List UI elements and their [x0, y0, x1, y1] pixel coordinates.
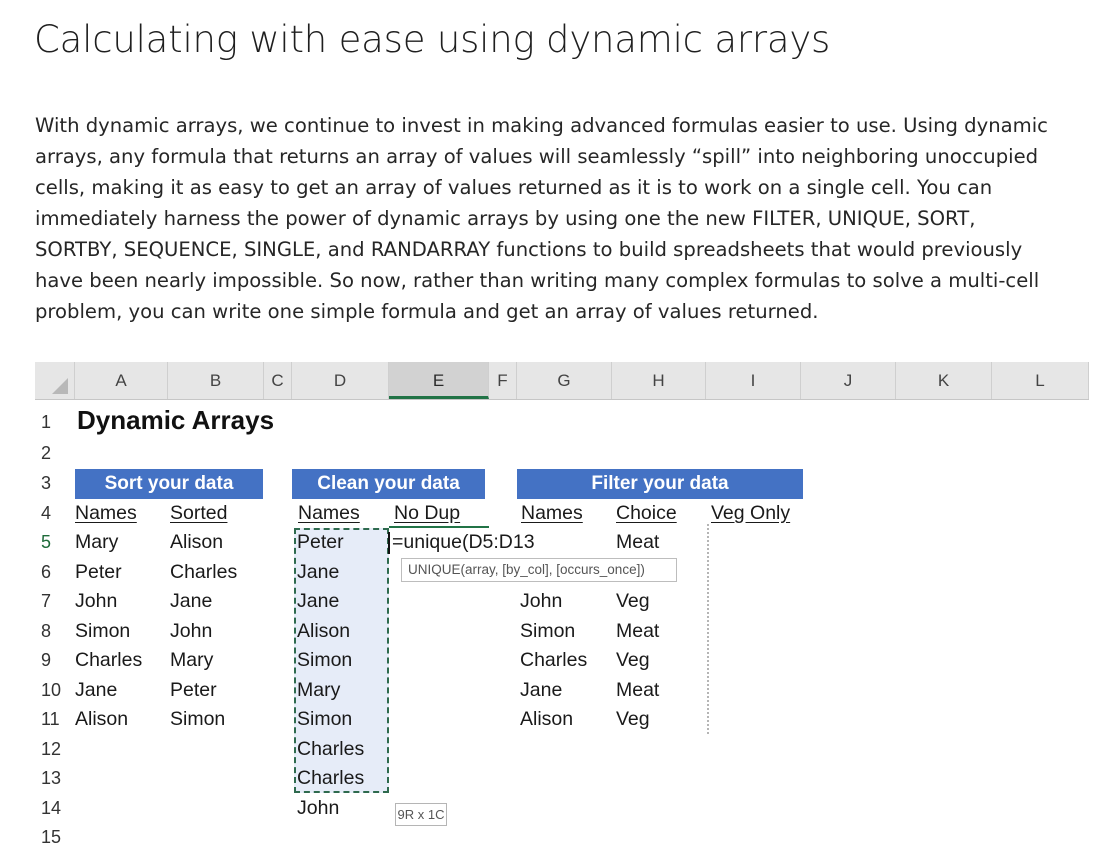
sort-name-cell[interactable]: Peter: [75, 558, 122, 588]
paragraph-line: With dynamic arrays, we continue to inve…: [35, 114, 1048, 137]
clean-name-cell[interactable]: Peter: [297, 528, 344, 558]
sort-name-cell[interactable]: Simon: [75, 617, 130, 647]
paragraph-line: immediately harness the power of dynamic…: [35, 207, 976, 230]
column-header-l[interactable]: L: [992, 362, 1089, 399]
filter-name-cell[interactable]: Simon: [520, 617, 575, 647]
spreadsheet-screenshot: A B C D E F G H I J K L 1 2 3 4 5 6 7 8 …: [35, 362, 1089, 855]
column-header-bar: A B C D E F G H I J K L: [35, 362, 1089, 400]
sort-section-band[interactable]: Sort your data: [75, 469, 263, 499]
row-header[interactable]: 10: [35, 676, 75, 706]
row-header[interactable]: 14: [35, 794, 75, 824]
select-all-corner[interactable]: [35, 362, 75, 399]
row-header[interactable]: 3: [35, 469, 75, 499]
filter-choice-cell[interactable]: Meat: [616, 617, 659, 647]
filter-choice-header[interactable]: Choice: [616, 499, 677, 529]
row-header-selected[interactable]: 5: [35, 528, 75, 558]
filter-choice-cell[interactable]: Meat: [616, 676, 659, 706]
sort-name-cell[interactable]: Mary: [75, 528, 118, 558]
active-cell-e5[interactable]: =unique(D5:D13: [388, 528, 568, 558]
row-header[interactable]: 4: [35, 499, 75, 529]
column-header-h[interactable]: H: [612, 362, 706, 399]
filter-name-cell[interactable]: Charles: [520, 646, 587, 676]
sorted-name-cell[interactable]: Jane: [170, 587, 212, 617]
column-header-j[interactable]: J: [801, 362, 896, 399]
sorted-name-cell[interactable]: John: [170, 617, 212, 647]
sorted-name-cell[interactable]: Mary: [170, 646, 213, 676]
sort-name-cell[interactable]: Alison: [75, 705, 128, 735]
paragraph-line: arrays, any formula that returns an arra…: [35, 145, 1039, 168]
filter-veg-only-header[interactable]: Veg Only: [711, 499, 790, 529]
row-header[interactable]: 7: [35, 587, 75, 617]
column-header-a[interactable]: A: [75, 362, 168, 399]
function-signature-tooltip[interactable]: UNIQUE(array, [by_col], [occurs_once]): [401, 558, 677, 582]
column-header-d[interactable]: D: [292, 362, 389, 399]
row-header[interactable]: 8: [35, 617, 75, 647]
formula-input[interactable]: =unique(D5:D13: [392, 528, 535, 558]
column-header-e[interactable]: E: [389, 362, 489, 399]
filter-choice-cell[interactable]: Veg: [616, 587, 650, 617]
clean-nodup-header[interactable]: No Dup: [394, 499, 460, 529]
sort-names-header[interactable]: Names: [75, 499, 137, 529]
article-title: Calculating with ease using dynamic arra…: [34, 18, 831, 61]
paragraph-line: have been nearly impossible. So now, rat…: [35, 269, 1040, 292]
clean-names-header[interactable]: Names: [298, 499, 360, 529]
row-header[interactable]: 12: [35, 735, 75, 765]
sheet-title[interactable]: Dynamic Arrays: [77, 402, 274, 438]
filter-section-band[interactable]: Filter your data: [517, 469, 803, 499]
sort-name-cell[interactable]: Charles: [75, 646, 142, 676]
select-all-triangle-icon: [52, 378, 68, 394]
clean-name-cell[interactable]: Simon: [297, 705, 352, 735]
paragraph-line: problem, you can write one simple formul…: [35, 300, 819, 323]
filter-choice-cell[interactable]: Meat: [616, 528, 659, 558]
sorted-name-cell[interactable]: Peter: [170, 676, 217, 706]
sort-name-cell[interactable]: John: [75, 587, 117, 617]
clean-section-band[interactable]: Clean your data: [292, 469, 485, 499]
sorted-name-cell[interactable]: Simon: [170, 705, 225, 735]
veg-only-spill-border: [707, 524, 709, 734]
row-header[interactable]: 1: [35, 408, 75, 438]
filter-name-cell[interactable]: Jane: [520, 676, 562, 706]
paragraph-line: SORTBY, SEQUENCE, SINGLE, and RANDARRAY …: [35, 238, 1023, 261]
sorted-name-cell[interactable]: Charles: [170, 558, 237, 588]
sort-sorted-header[interactable]: Sorted: [170, 499, 227, 529]
clean-name-cell[interactable]: Jane: [297, 558, 339, 588]
row-header[interactable]: 9: [35, 646, 75, 676]
column-header-g[interactable]: G: [517, 362, 612, 399]
column-header-b[interactable]: B: [168, 362, 264, 399]
filter-choice-cell[interactable]: Veg: [616, 646, 650, 676]
sort-name-cell[interactable]: Jane: [75, 676, 117, 706]
column-header-k[interactable]: K: [896, 362, 992, 399]
sorted-name-cell[interactable]: Alison: [170, 528, 223, 558]
filter-choice-cell[interactable]: Veg: [616, 705, 650, 735]
column-header-c[interactable]: C: [264, 362, 292, 399]
filter-name-cell[interactable]: John: [520, 587, 562, 617]
clean-name-cell[interactable]: Mary: [297, 676, 340, 706]
paragraph-line: cells, making it as easy to get an array…: [35, 176, 993, 199]
clean-name-cell[interactable]: Jane: [297, 587, 339, 617]
column-header-i[interactable]: I: [706, 362, 801, 399]
filter-name-cell[interactable]: Alison: [520, 705, 573, 735]
spill-size-badge: 9R x 1C: [395, 803, 447, 826]
column-header-f[interactable]: F: [489, 362, 517, 399]
row-header[interactable]: 6: [35, 558, 75, 588]
row-header[interactable]: 15: [35, 823, 75, 853]
clean-name-cell[interactable]: Charles: [297, 764, 364, 794]
cell-edit-cursor: [388, 532, 390, 554]
row-header[interactable]: 13: [35, 764, 75, 794]
clean-name-cell[interactable]: Alison: [297, 617, 350, 647]
clean-name-cell[interactable]: John: [297, 794, 339, 824]
filter-names-header[interactable]: Names: [521, 499, 583, 529]
article-paragraph: With dynamic arrays, we continue to inve…: [35, 110, 1091, 327]
clean-name-cell[interactable]: Simon: [297, 646, 352, 676]
row-header[interactable]: 2: [35, 439, 75, 469]
clean-name-cell[interactable]: Charles: [297, 735, 364, 765]
row-header[interactable]: 11: [35, 705, 75, 735]
